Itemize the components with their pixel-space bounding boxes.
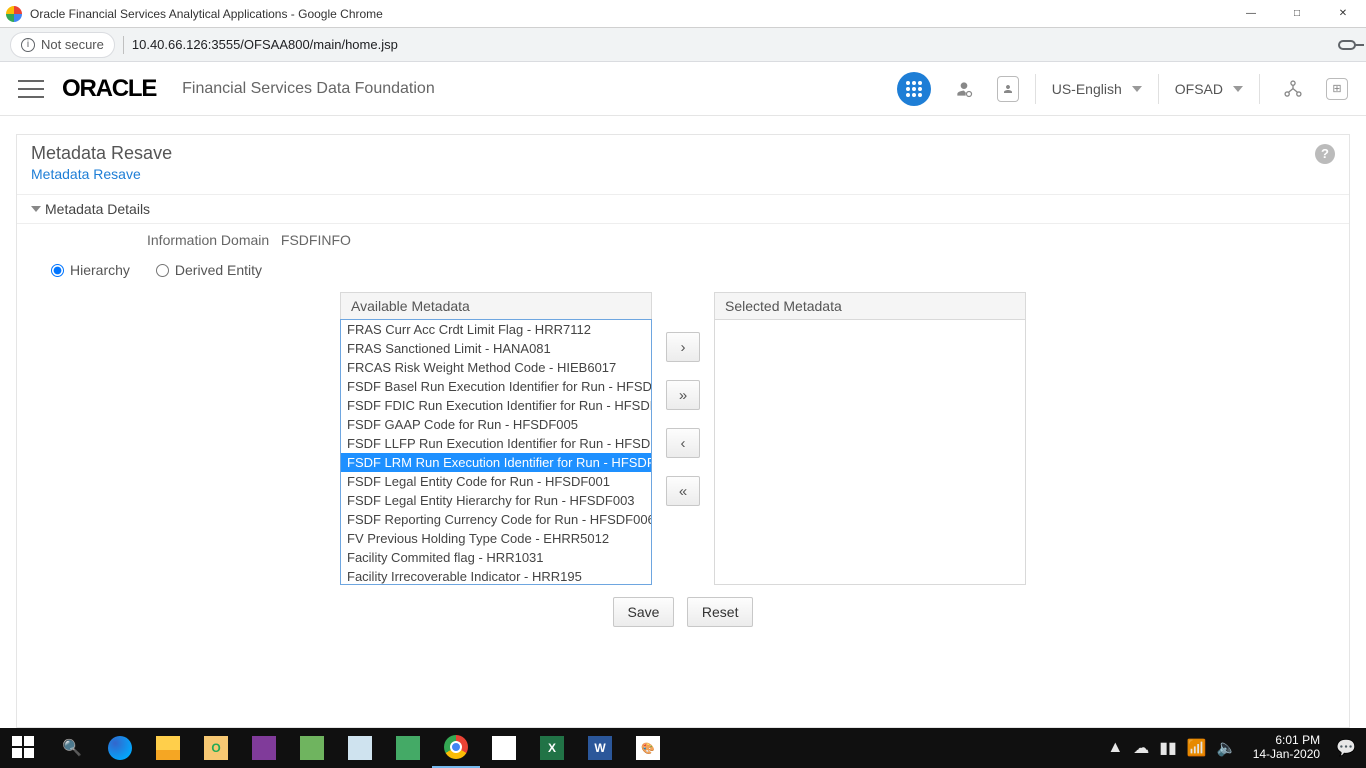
info-domain-row: Information Domain FSDFINFO [17,224,1349,256]
tray-onedrive-icon[interactable]: ☁ [1133,738,1149,758]
browser-titlebar: Oracle Financial Services Analytical App… [0,0,1366,28]
nav-menu-button[interactable] [18,80,44,98]
list-item[interactable]: FSDF Legal Entity Code for Run - HFSDF00… [341,472,651,491]
list-item[interactable]: FV Previous Holding Type Code - EHRR5012 [341,529,651,548]
taskbar-mspaint-icon[interactable]: 🎨 [624,728,672,768]
list-item[interactable]: FSDF LLFP Run Execution Identifier for R… [341,434,651,453]
available-header: Available Metadata [340,292,652,319]
move-all-left-button[interactable]: « [666,476,700,506]
available-listbox[interactable]: FRAS Curr Acc Crdt Limit Flag - HRR7112F… [340,319,652,585]
apps-grid-icon[interactable] [897,72,931,106]
selected-listbox[interactable] [714,319,1026,585]
move-all-right-button[interactable]: » [666,380,700,410]
clock-time: 6:01 PM [1253,734,1320,748]
chevron-down-icon [1233,86,1243,92]
list-item[interactable]: FSDF Legal Entity Hierarchy for Run - HF… [341,491,651,510]
list-item[interactable]: FSDF GAAP Code for Run - HFSDF005 [341,415,651,434]
taskbar-word-icon[interactable]: W [576,728,624,768]
radio-derived-entity[interactable]: Derived Entity [156,262,262,278]
chevron-down-icon [31,206,41,212]
move-right-button[interactable]: › [666,332,700,362]
admin-user-icon[interactable] [947,72,981,106]
info-icon: i [21,38,35,52]
list-item[interactable]: FRAS Sanctioned Limit - HANA081 [341,339,651,358]
reset-button[interactable]: Reset [687,597,754,627]
taskbar-outlook-icon[interactable]: O [192,728,240,768]
breadcrumb-link[interactable]: Metadata Resave [17,164,155,194]
list-item[interactable]: Facility Irrecoverable Indicator - HRR19… [341,567,651,585]
clock-date: 14-Jan-2020 [1253,748,1320,762]
taskbar-explorer-icon[interactable] [144,728,192,768]
context-selector[interactable]: OFSAD [1175,81,1243,97]
chrome-favicon-icon [6,6,22,22]
security-chip[interactable]: i Not secure [10,32,115,58]
info-domain-value: FSDFINFO [281,232,351,248]
taskbar-paint-icon[interactable] [480,728,528,768]
start-button[interactable] [0,728,48,768]
list-item[interactable]: Facility Commited flag - HRR1031 [341,548,651,567]
save-button[interactable]: Save [613,597,675,627]
system-tray[interactable]: ▲ ☁ ▮▮ 📶 🔈 6:01 PM 14-Jan-2020 💬 [1107,734,1366,762]
language-label: US-English [1052,81,1122,97]
taskbar-notepad-icon[interactable] [336,728,384,768]
oracle-logo: ORACLE [62,75,156,103]
list-item[interactable]: FRCAS Risk Weight Method Code - HIEB6017 [341,358,651,377]
window-close-button[interactable]: ✕ [1320,0,1366,28]
url-text[interactable]: 10.40.66.126:3555/OFSAA800/main/home.jsp [132,37,398,52]
sitemap-icon[interactable] [1276,72,1310,106]
tray-chevron-up-icon[interactable]: ▲ [1107,739,1123,757]
taskbar-app2-icon[interactable] [384,728,432,768]
move-left-button[interactable]: ‹ [666,428,700,458]
list-item[interactable]: FSDF Reporting Currency Code for Run - H… [341,510,651,529]
language-selector[interactable]: US-English [1052,81,1142,97]
page-title: Metadata Resave [31,143,1315,164]
context-label: OFSAD [1175,81,1223,97]
section-toggle[interactable]: Metadata Details [17,194,1349,224]
tray-network-icon[interactable]: 📶 [1187,738,1207,758]
taskbar-chrome-icon[interactable] [432,728,480,768]
radio-hierarchy-label: Hierarchy [70,262,130,278]
browser-addressbar: i Not secure 10.40.66.126:3555/OFSAA800/… [0,28,1366,62]
selected-header: Selected Metadata [714,292,1026,319]
radio-hierarchy[interactable]: Hierarchy [51,262,130,278]
list-item[interactable]: FSDF FDIC Run Execution Identifier for R… [341,396,651,415]
radio-derived-label: Derived Entity [175,262,262,278]
list-item[interactable]: FSDF LRM Run Execution Identifier for Ru… [341,453,651,472]
taskbar-excel-icon[interactable]: X [528,728,576,768]
section-title: Metadata Details [45,201,150,217]
clipboard-icon[interactable] [997,76,1019,102]
box-icon[interactable]: ⊞ [1326,78,1348,100]
info-domain-label: Information Domain [147,232,277,248]
taskbar-clock[interactable]: 6:01 PM 14-Jan-2020 [1247,734,1326,762]
product-title: Financial Services Data Foundation [182,80,435,98]
tray-battery-icon[interactable]: ▮▮ [1159,738,1177,758]
help-icon[interactable]: ? [1315,144,1335,164]
list-item[interactable]: FRAS Curr Acc Crdt Limit Flag - HRR7112 [341,320,651,339]
taskbar-search-icon[interactable]: 🔍 [48,728,96,768]
taskbar-edge-icon[interactable] [96,728,144,768]
radio-derived-input[interactable] [156,264,169,277]
window-title: Oracle Financial Services Analytical App… [30,7,383,21]
taskbar-app1-icon[interactable] [288,728,336,768]
security-label: Not secure [41,37,104,52]
chevron-down-icon [1132,86,1142,92]
page-body: Metadata Resave ? Metadata Resave Metada… [0,116,1366,728]
radio-hierarchy-input[interactable] [51,264,64,277]
tray-volume-icon[interactable]: 🔈 [1217,738,1237,758]
taskbar-onenote-icon[interactable] [240,728,288,768]
notifications-icon[interactable]: 💬 [1336,738,1356,758]
window-maximize-button[interactable]: □ [1274,0,1320,28]
window-minimize-button[interactable]: ― [1228,0,1274,28]
credentials-key-icon[interactable] [1338,40,1356,50]
windows-taskbar: 🔍 O X W 🎨 ▲ ☁ ▮▮ 📶 🔈 6:01 PM 14-Jan-2020… [0,728,1366,768]
list-item[interactable]: FSDF Basel Run Execution Identifier for … [341,377,651,396]
app-header: ORACLE Financial Services Data Foundatio… [0,62,1366,116]
